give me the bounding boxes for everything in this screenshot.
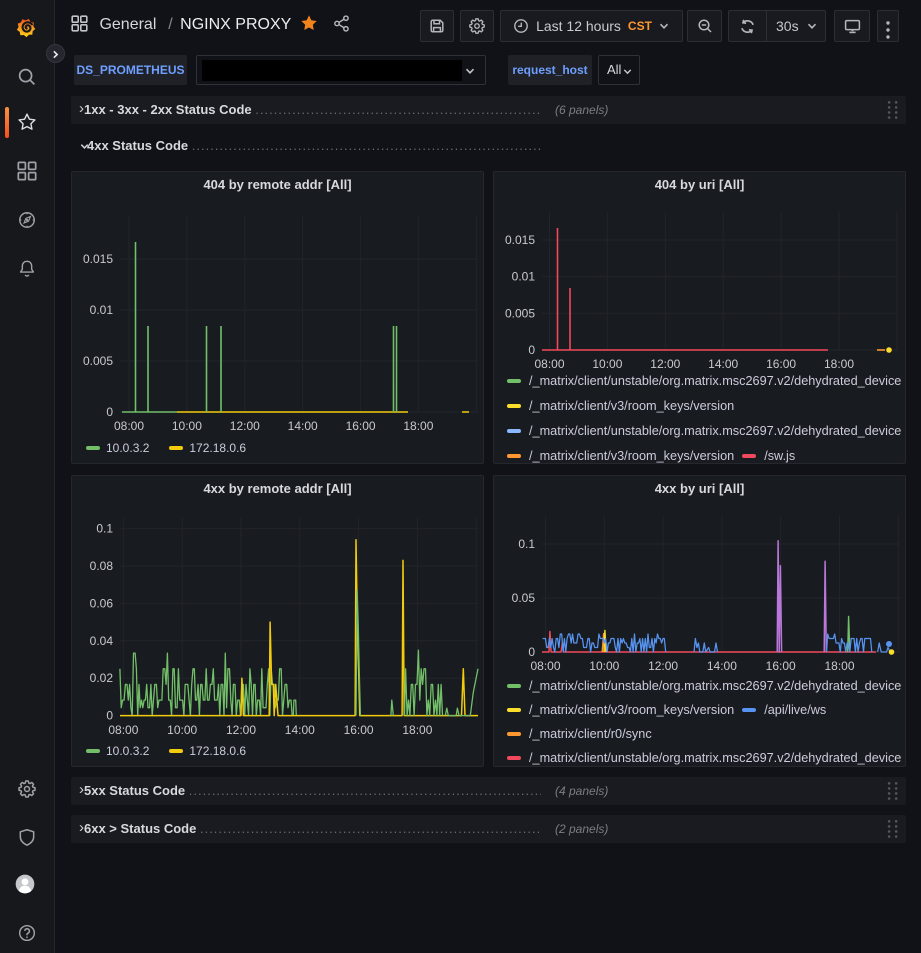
svg-text:08:00: 08:00 bbox=[108, 723, 138, 737]
svg-text:12:00: 12:00 bbox=[650, 357, 680, 371]
svg-text:0.1: 0.1 bbox=[518, 537, 535, 551]
svg-text:14:00: 14:00 bbox=[285, 723, 315, 737]
svg-text:0: 0 bbox=[106, 405, 113, 419]
svg-text:14:00: 14:00 bbox=[708, 357, 738, 371]
svg-text:18:00: 18:00 bbox=[403, 419, 433, 433]
svg-text:0.04: 0.04 bbox=[90, 634, 114, 648]
svg-text:0.005: 0.005 bbox=[505, 306, 535, 320]
svg-text:0.015: 0.015 bbox=[83, 252, 113, 266]
svg-text:18:00: 18:00 bbox=[824, 659, 854, 673]
svg-text:14:00: 14:00 bbox=[707, 659, 737, 673]
svg-text:0.015: 0.015 bbox=[505, 233, 535, 247]
svg-text:12:00: 12:00 bbox=[230, 419, 260, 433]
svg-text:14:00: 14:00 bbox=[288, 419, 318, 433]
svg-text:0.005: 0.005 bbox=[83, 354, 113, 368]
svg-text:0.01: 0.01 bbox=[90, 303, 114, 317]
svg-text:12:00: 12:00 bbox=[226, 723, 256, 737]
svg-text:0.01: 0.01 bbox=[512, 270, 536, 284]
svg-text:16:00: 16:00 bbox=[766, 357, 796, 371]
svg-text:0.05: 0.05 bbox=[512, 591, 536, 605]
svg-text:0: 0 bbox=[106, 709, 113, 723]
svg-text:08:00: 08:00 bbox=[530, 659, 560, 673]
svg-text:0.08: 0.08 bbox=[90, 559, 114, 573]
svg-text:0.02: 0.02 bbox=[90, 671, 114, 685]
svg-text:08:00: 08:00 bbox=[534, 357, 564, 371]
svg-text:08:00: 08:00 bbox=[114, 419, 144, 433]
svg-text:18:00: 18:00 bbox=[824, 357, 854, 371]
svg-text:12:00: 12:00 bbox=[648, 659, 678, 673]
svg-text:10:00: 10:00 bbox=[592, 357, 622, 371]
svg-text:10:00: 10:00 bbox=[589, 659, 619, 673]
svg-text:10:00: 10:00 bbox=[172, 419, 202, 433]
svg-text:16:00: 16:00 bbox=[344, 723, 374, 737]
svg-text:0: 0 bbox=[528, 343, 535, 357]
svg-text:16:00: 16:00 bbox=[766, 659, 796, 673]
svg-text:0.1: 0.1 bbox=[96, 522, 113, 536]
svg-text:16:00: 16:00 bbox=[346, 419, 376, 433]
svg-text:10:00: 10:00 bbox=[167, 723, 197, 737]
svg-text:18:00: 18:00 bbox=[402, 723, 432, 737]
svg-text:0.06: 0.06 bbox=[90, 596, 114, 610]
svg-text:0: 0 bbox=[528, 645, 535, 659]
